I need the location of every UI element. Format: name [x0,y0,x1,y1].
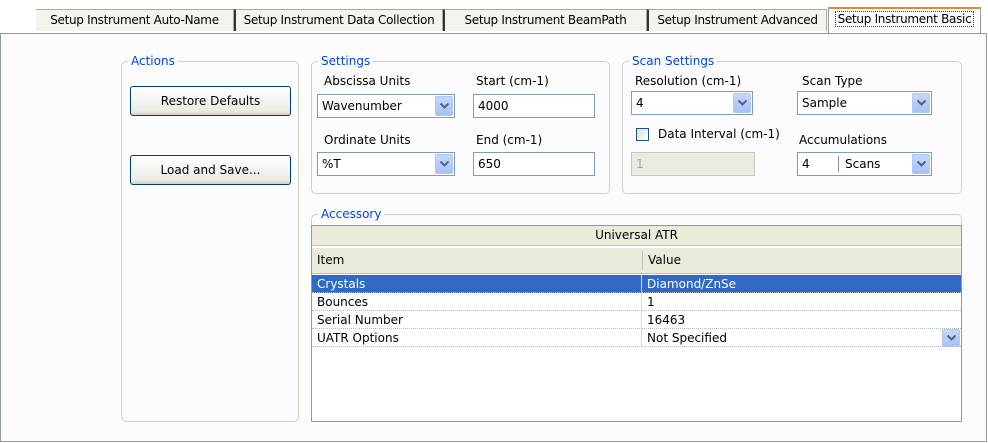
load-and-save-button[interactable]: Load and Save... [130,155,291,185]
table-row[interactable]: UATR Options Not Specified [312,329,961,347]
start-label: Start (cm-1) [476,74,549,88]
chevron-down-icon[interactable] [912,154,930,174]
abscissa-units-value: Wavenumber [322,99,402,113]
column-header-value[interactable]: Value [648,248,681,273]
grid-header-row: Item Value [312,248,961,274]
settings-title: Settings [318,53,374,69]
accessory-grid: Universal ATR Item Value Crystals Diamon… [311,225,962,422]
data-interval-checkbox[interactable] [636,128,649,141]
accumulations-unit-select[interactable]: Scans [845,153,880,175]
row-item: Bounces [312,293,642,311]
start-input[interactable]: 4000 [473,94,595,118]
end-label: End (cm-1) [476,133,543,147]
restore-defaults-button[interactable]: Restore Defaults [130,86,291,116]
scan-type-value: Sample [802,96,847,110]
tab-advanced[interactable]: Setup Instrument Advanced [647,9,827,31]
row-value: 1 [642,293,961,311]
tab-basic[interactable]: Setup Instrument Basic [828,7,981,34]
chevron-down-icon[interactable] [942,329,960,347]
data-interval-label: Data Interval (cm-1) [658,127,780,141]
row-item: UATR Options [312,329,642,347]
tab-auto-name[interactable]: Setup Instrument Auto-Name [36,9,234,31]
abscissa-units-select[interactable]: Wavenumber [317,94,455,118]
tab-bar: Setup Instrument Auto-Name Setup Instrum… [0,0,988,34]
end-input[interactable]: 650 [473,152,595,176]
chevron-down-icon[interactable] [733,93,751,113]
scan-settings-title: Scan Settings [629,53,718,69]
row-value: Not Specified [642,329,961,347]
row-item: Serial Number [312,311,642,329]
ordinate-units-label: Ordinate Units [324,133,411,147]
resolution-label: Resolution (cm-1) [635,74,742,88]
row-value: Diamond/ZnSe [642,275,961,293]
chevron-down-icon[interactable] [912,93,930,113]
accumulations-control[interactable]: 4 Scans [797,152,932,176]
table-row[interactable]: Crystals Diamond/ZnSe [312,275,961,293]
column-divider [642,251,643,270]
row-value: 16463 [642,311,961,329]
resolution-select[interactable]: 4 [631,91,753,115]
tab-data-collection[interactable]: Setup Instrument Data Collection [234,9,443,31]
ordinate-units-value: %T [322,157,341,171]
tab-beampath[interactable]: Setup Instrument BeamPath [443,9,647,31]
table-row[interactable]: Serial Number 16463 [312,311,961,329]
scan-type-select[interactable]: Sample [797,91,932,115]
ordinate-units-select[interactable]: %T [317,152,455,176]
scan-type-label: Scan Type [802,74,863,88]
accumulations-label: Accumulations [799,133,888,147]
accumulations-divider [838,156,839,172]
chevron-down-icon[interactable] [435,96,453,116]
table-row[interactable]: Bounces 1 [312,293,961,311]
chevron-down-icon[interactable] [435,154,453,174]
resolution-value: 4 [636,96,644,110]
column-header-item[interactable]: Item [317,248,344,273]
data-interval-input[interactable]: 1 [631,152,755,176]
accumulations-value: 4 [802,157,810,171]
accessory-name: Universal ATR [312,226,961,246]
actions-title: Actions [128,53,178,69]
abscissa-units-label: Abscissa Units [324,74,411,88]
accessory-title: Accessory [318,206,385,222]
row-item: Crystals [312,275,642,293]
